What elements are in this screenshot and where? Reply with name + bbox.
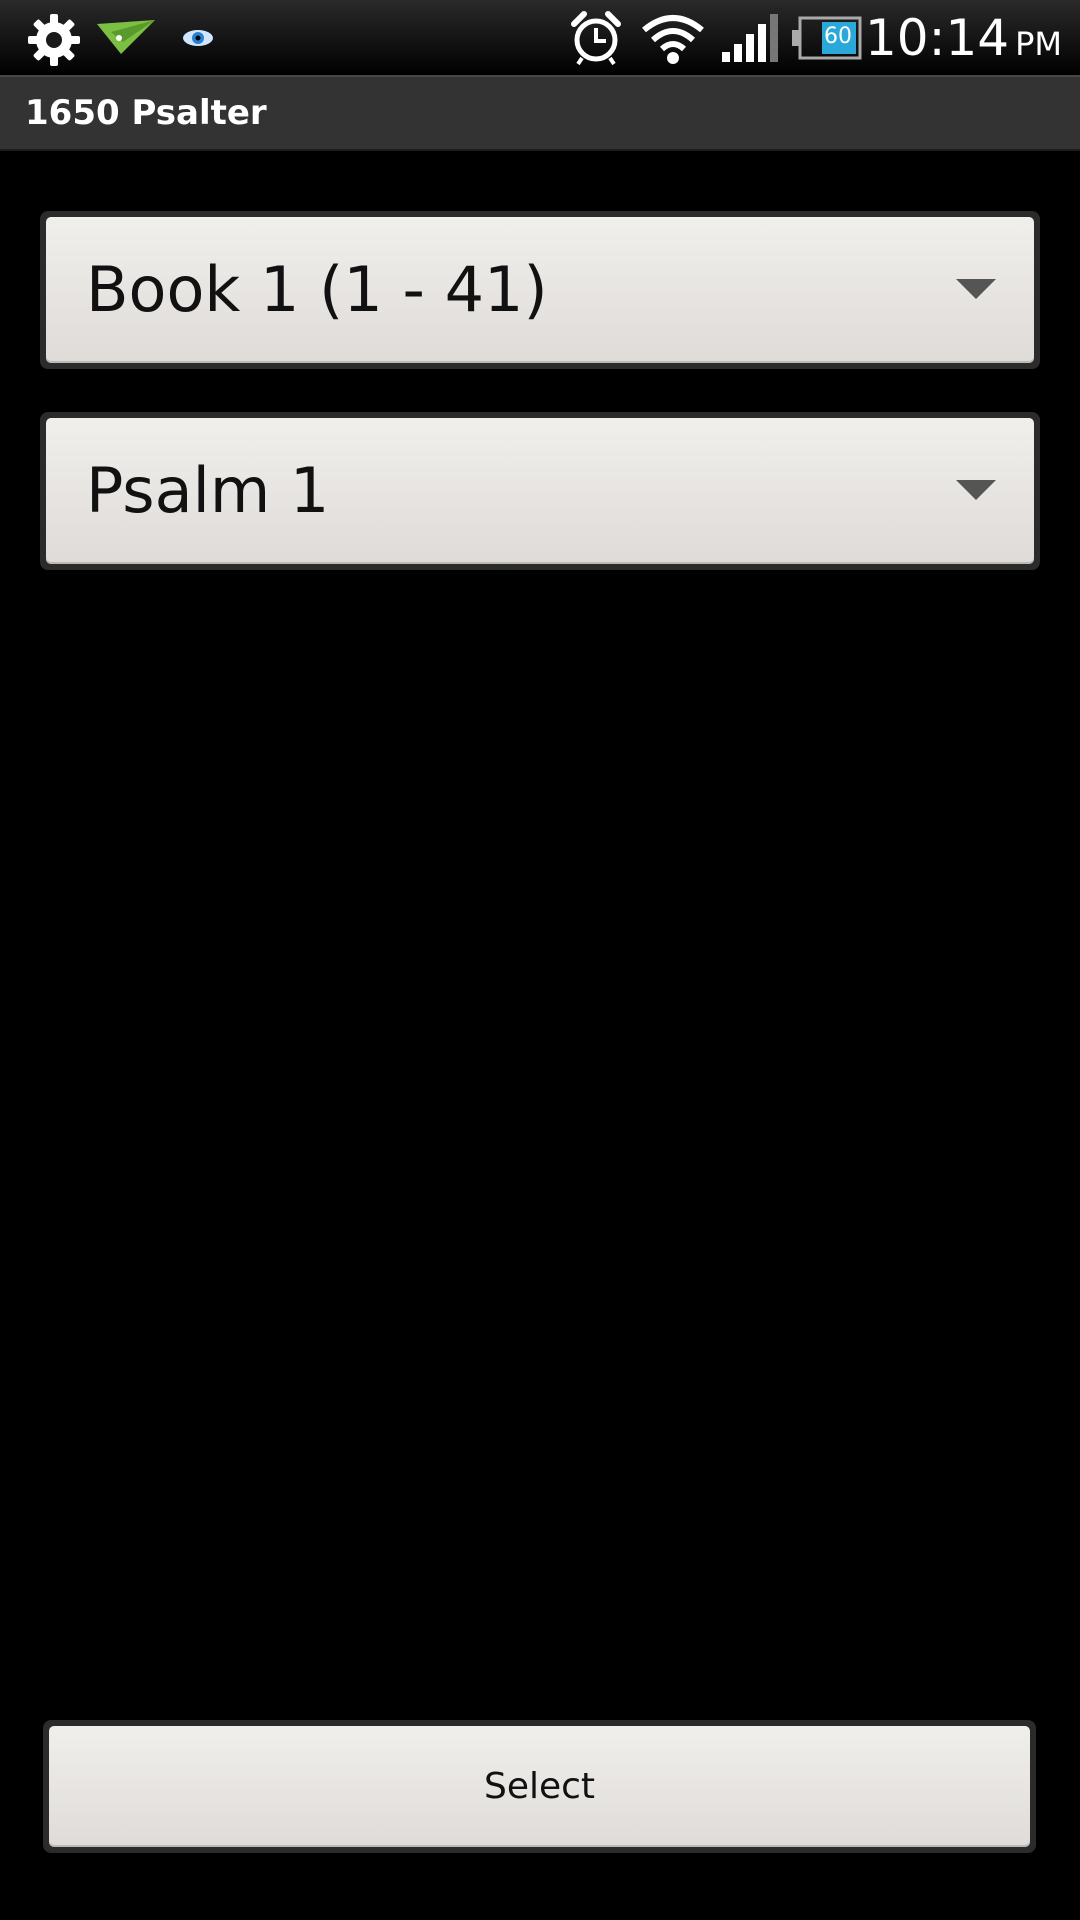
dropdown-arrow-icon [956, 279, 996, 299]
app-title: 1650 Psalter [25, 93, 267, 133]
status-time: 10:14 PM [865, 6, 1062, 70]
psalm-spinner[interactable]: Psalm 1 [40, 412, 1040, 570]
signal-icon [722, 14, 778, 62]
select-button[interactable]: Select [43, 1720, 1036, 1853]
battery-level: 60 [824, 24, 852, 49]
clock-time: 10:14 [865, 9, 1010, 67]
wifi-icon [642, 15, 704, 64]
select-button-label: Select [49, 1726, 1030, 1847]
book-spinner-value: Book 1 (1 - 41) [86, 253, 548, 326]
psalm-spinner-face[interactable]: Psalm 1 [46, 418, 1034, 564]
book-spinner[interactable]: Book 1 (1 - 41) [40, 211, 1040, 369]
psalm-spinner-value: Psalm 1 [86, 454, 330, 527]
gear-icon [28, 14, 80, 66]
book-spinner-face[interactable]: Book 1 (1 - 41) [46, 217, 1034, 363]
paper-plane-icon [97, 20, 155, 54]
alarm-clock-icon [571, 11, 621, 66]
eye-icon [183, 30, 213, 46]
app-bar: 1650 Psalter [0, 75, 1080, 151]
dropdown-arrow-icon [956, 480, 996, 500]
clock-ampm: PM [1015, 25, 1062, 63]
status-bar: 60 10:14 PM [0, 0, 1080, 75]
